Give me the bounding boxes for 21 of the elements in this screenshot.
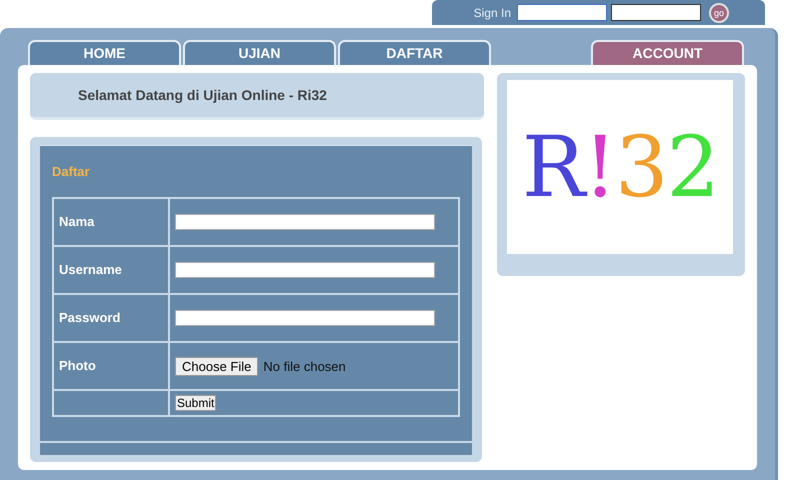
nav-tab[interactable]: DAFTAR (338, 40, 491, 65)
file-status: No file chosen (263, 358, 346, 374)
field-label: Nama (59, 214, 94, 229)
form-title: Daftar (52, 164, 91, 179)
sign-in-label: Sign In (474, 6, 511, 20)
choose-file-button[interactable]: Choose File (175, 356, 258, 376)
field-label: Photo (59, 358, 96, 373)
logo: R!32 (522, 118, 718, 216)
text-field[interactable] (175, 214, 435, 230)
field-label: Password (59, 310, 120, 325)
nav-tab[interactable]: UJIAN (183, 40, 336, 65)
field-label: Username (59, 262, 122, 277)
password-field[interactable] (611, 4, 701, 21)
submit-button[interactable]: Submit (175, 395, 216, 411)
username-field[interactable] (517, 4, 607, 21)
nav-tab[interactable]: ACCOUNT (591, 40, 744, 65)
nav-tab[interactable]: HOME (28, 40, 181, 65)
welcome-text: Selamat Datang di Ujian Online - Ri32 (78, 87, 327, 103)
go-button[interactable]: go (709, 2, 729, 22)
password-field[interactable] (175, 310, 435, 326)
text-field[interactable] (175, 262, 435, 278)
